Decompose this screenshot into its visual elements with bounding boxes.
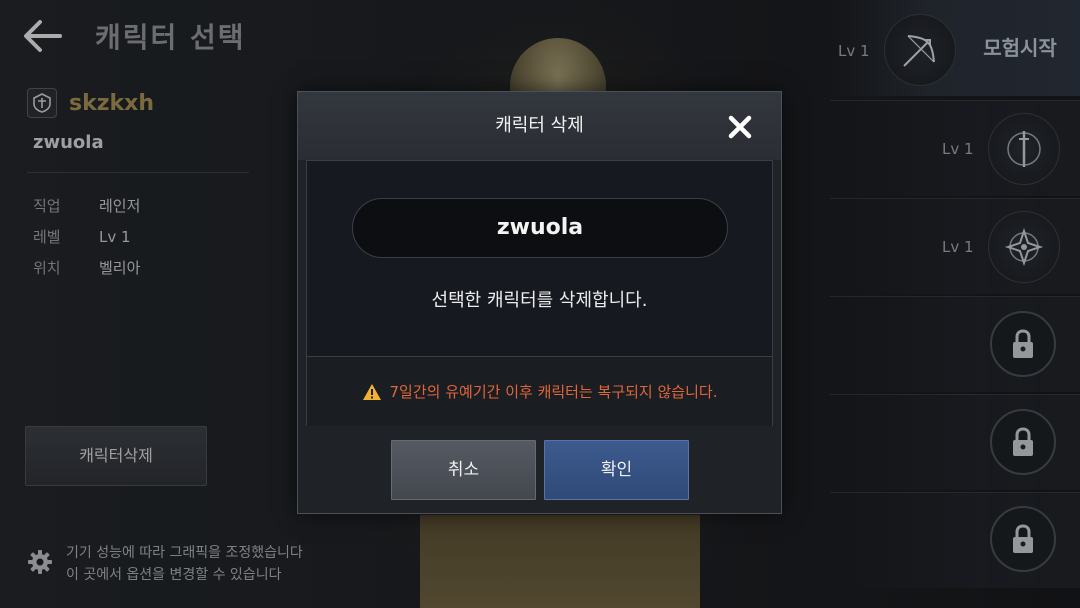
dialog-message: 선택한 캐릭터를 삭제합니다. xyxy=(431,290,648,311)
character-name-display: zwuola xyxy=(352,198,728,258)
warning-strip: 7일간의 유예기간 이후 캐릭터는 복구되지 않습니다. xyxy=(307,356,772,426)
dialog-title: 캐릭터 삭제 xyxy=(495,115,584,136)
cancel-button[interactable]: 취소 xyxy=(391,440,536,500)
warning-text: 7일간의 유예기간 이후 캐릭터는 복구되지 않습니다. xyxy=(389,383,718,401)
warning-icon xyxy=(362,383,381,400)
confirm-button[interactable]: 확인 xyxy=(544,440,689,500)
close-icon[interactable] xyxy=(723,110,757,144)
dialog-body: zwuola 선택한 캐릭터를 삭제합니다. 7일간의 유예기간 이후 캐릭터는… xyxy=(306,160,773,426)
delete-character-dialog: 캐릭터 삭제 zwuola 선택한 캐릭터를 삭제합니다. 7일간의 유예기간 … xyxy=(297,91,782,514)
